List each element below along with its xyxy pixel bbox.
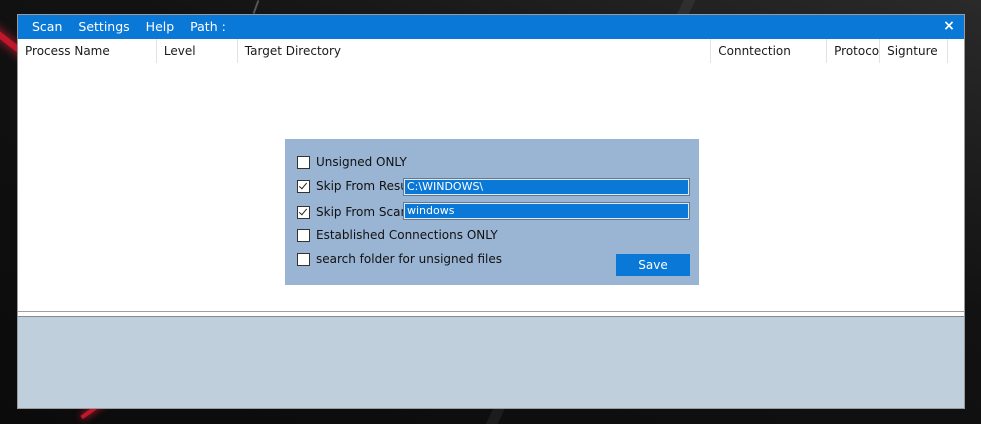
skip-from-scan-checkbox[interactable] xyxy=(297,205,310,219)
skip-from-result-input[interactable]: C:\WINDOWS\ xyxy=(403,178,690,196)
option-search-unsigned[interactable]: search folder for unsigned files xyxy=(297,250,502,268)
option-unsigned-only[interactable]: Unsigned ONLY xyxy=(297,153,407,171)
save-button[interactable]: Save xyxy=(616,254,690,276)
details-panel xyxy=(18,316,964,408)
column-header-connection[interactable]: Conntection xyxy=(711,39,828,63)
column-header-signature[interactable]: Signture xyxy=(880,39,949,63)
close-icon[interactable]: × xyxy=(940,15,958,39)
options-panel: Unsigned ONLY Skip From Result : C:\WIND… xyxy=(285,139,699,285)
column-header-protocol[interactable]: Protocol xyxy=(827,39,881,63)
option-established-only[interactable]: Established Connections ONLY xyxy=(297,226,498,244)
menu-path[interactable]: Path : xyxy=(182,15,234,39)
menu-bar: Scan Settings Help Path : × xyxy=(18,15,964,39)
option-skip-from-scan[interactable]: Skip From Scan : xyxy=(297,203,416,221)
search-unsigned-checkbox[interactable] xyxy=(297,252,310,266)
column-header-level[interactable]: Level xyxy=(157,39,238,63)
menu-settings[interactable]: Settings xyxy=(70,15,137,39)
unsigned-only-checkbox[interactable] xyxy=(297,155,310,169)
established-only-label: Established Connections ONLY xyxy=(316,228,498,242)
skip-from-result-checkbox[interactable] xyxy=(297,179,310,193)
unsigned-only-label: Unsigned ONLY xyxy=(316,155,407,169)
skip-from-scan-label: Skip From Scan : xyxy=(316,205,416,219)
menu-scan[interactable]: Scan xyxy=(24,15,70,39)
app-window: Scan Settings Help Path : × Process Name… xyxy=(17,14,965,409)
column-header-target-directory[interactable]: Target Directory xyxy=(238,39,712,63)
skip-from-scan-input[interactable]: windows xyxy=(403,202,690,220)
column-header-process-name[interactable]: Process Name xyxy=(18,39,157,63)
search-unsigned-label: search folder for unsigned files xyxy=(316,252,502,266)
results-table-header: Process Name Level Target Directory Conn… xyxy=(18,39,949,63)
established-only-checkbox[interactable] xyxy=(297,228,310,242)
menu-help[interactable]: Help xyxy=(138,15,183,39)
